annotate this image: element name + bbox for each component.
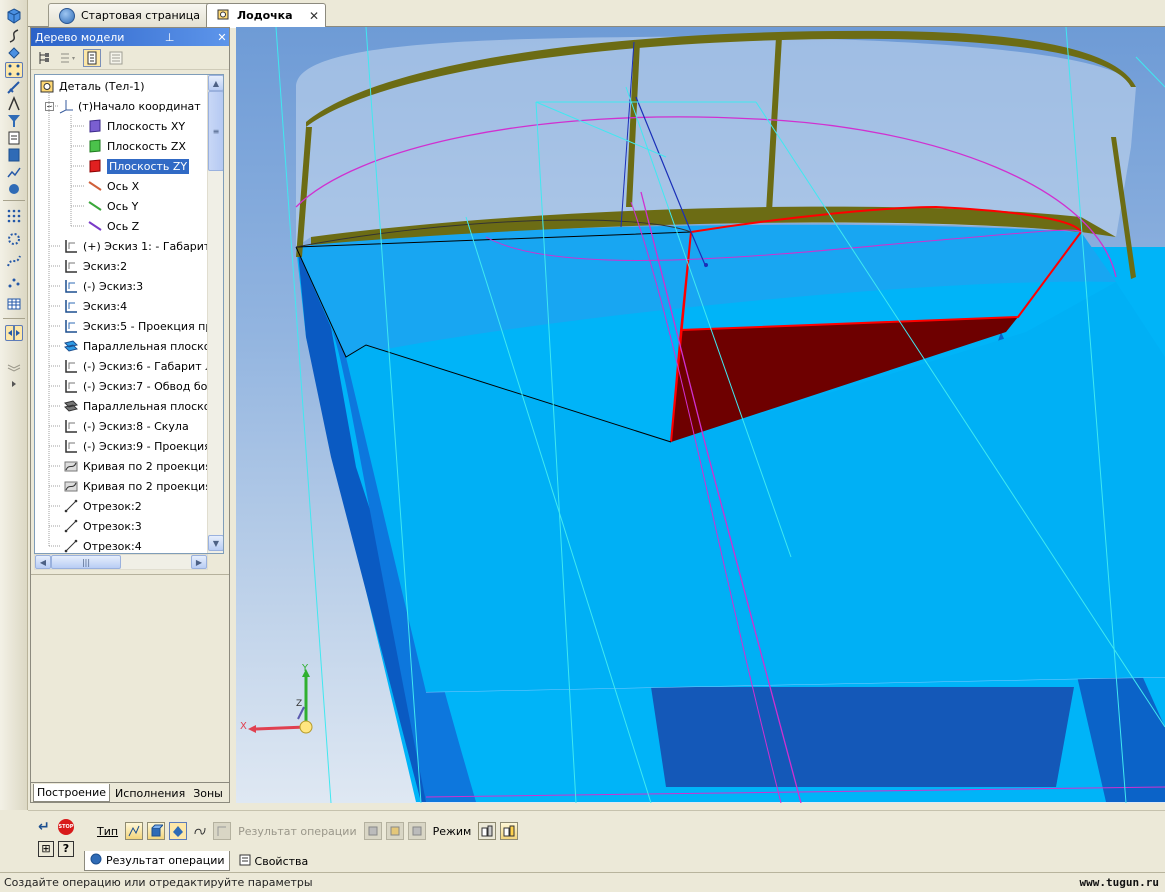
status-bar: Создайте операцию или отредактируйте пар… [0,872,1165,892]
filter-icon[interactable] [5,113,23,129]
table-icon[interactable] [5,296,23,312]
tree-preview-area [31,574,229,782]
type-surface-icon[interactable] [169,822,188,840]
axis-triad: Y X Z [236,657,326,747]
curve-icon[interactable] [5,28,23,44]
operation-result-icon [89,852,103,869]
help-icon[interactable]: ? [58,841,74,857]
scroll-thumb[interactable]: ≡ [208,91,223,171]
tree-connector-lines [48,93,85,547]
property-row: Тип Результат операции Режим [94,819,519,843]
type-extrude-icon[interactable] [125,822,144,840]
fit-icon[interactable]: ⊞ [38,841,54,857]
status-text: Создайте операцию или отредактируйте пар… [4,876,313,889]
tree-properties-icon[interactable] [107,49,125,67]
model-tree[interactable]: Деталь (Тел-1) − (т)Начало координат Пло… [34,74,224,554]
points-icon[interactable] [5,62,23,78]
type-solid-icon[interactable] [147,822,166,840]
scroll-thumb[interactable]: ||| [51,555,121,569]
type-disabled-icon [213,822,232,840]
tab-lodochka[interactable]: Лодочка ✕ [206,3,326,28]
boat-model [275,27,1165,803]
sheet-icon[interactable] [5,147,23,163]
panel-title: Дерево модели [35,30,125,44]
document-tabbar: Стартовая страница Лодочка ✕ [28,0,1165,28]
tab-operation-result[interactable]: Результат операции [84,851,230,871]
model-tree-panel: Дерево модели ⊥ ✕ Деталь (Тел-1) − (т)На… [30,27,230,803]
mode-single-icon[interactable] [478,822,497,840]
part-icon [217,7,231,24]
scroll-right-icon[interactable]: ▶ [191,555,207,569]
hand-icon[interactable] [5,181,23,197]
property-tabs: Результат операции Свойства [84,851,312,871]
panel-title-bar: Дерево модели ⊥ ✕ [31,28,229,46]
spec-icon[interactable] [5,164,23,180]
property-toolbar: ↵ STOP ⊞ ? Тип Результат операции Режим … [28,810,1165,872]
scroll-up-icon[interactable]: ▲ [208,75,223,91]
array-grid-icon[interactable] [5,208,23,224]
array-circle-icon[interactable] [5,231,23,247]
layers-icon[interactable] [5,358,23,374]
result-cut-icon [407,822,426,840]
tree-filter-icon[interactable] [59,49,77,67]
watermark: www.tugun.ru [1079,876,1159,889]
type-spiral-icon[interactable] [191,822,210,840]
type-label: Тип [97,824,119,838]
tree-horizontal-scrollbar[interactable]: ◀ ||| ▶ [34,554,208,570]
pin-icon[interactable]: ⊥ [163,31,177,44]
tree-list-icon[interactable] [83,48,101,67]
3d-viewport[interactable]: Y X Z [236,27,1165,803]
mode-multiple-icon[interactable] [500,822,519,840]
cube-icon[interactable] [5,8,23,24]
array-curve-icon[interactable] [5,253,23,269]
stop-icon[interactable]: STOP [58,819,74,835]
tab-label: Стартовая страница [81,9,201,22]
tab-build[interactable]: Построение [33,784,111,802]
properties-icon [238,853,252,870]
scroll-down-icon[interactable]: ▼ [208,535,223,551]
expand-arrow-icon[interactable] [10,376,18,392]
angle-icon[interactable] [5,96,23,112]
tree-structure-icon[interactable] [35,49,53,67]
surface-icon[interactable] [5,45,23,61]
tab-zones[interactable]: Зоны [190,785,226,802]
mode-label: Режим [432,824,472,838]
close-icon[interactable]: ✕ [215,31,229,44]
enter-icon[interactable]: ↵ [38,819,50,835]
tree-vertical-scrollbar[interactable]: ▲ ≡ ▼ [207,75,223,553]
result-add-icon [385,822,404,840]
axis-z-label: Z [296,699,303,709]
panel-tabs: Построение Исполнения Зоны [31,782,229,802]
measure-icon[interactable] [5,80,23,96]
axis-x-label: X [240,721,247,732]
tab-properties[interactable]: Свойства [234,853,313,870]
close-icon[interactable]: ✕ [309,9,319,23]
result-new-icon [363,822,382,840]
kompas-logo-icon [59,7,75,24]
tab-label: Лодочка [237,9,293,22]
array-points-icon[interactable] [5,274,23,290]
axis-y-label: Y [302,663,309,674]
tab-versions[interactable]: Исполнения [112,785,188,802]
scroll-left-icon[interactable]: ◀ [35,555,51,569]
document-icon[interactable] [5,130,23,146]
property-control-buttons: ↵ STOP ⊞ ? [36,817,76,861]
mirror-icon[interactable] [5,325,23,341]
result-label: Результат операции [238,824,357,838]
tree-toolbar [31,46,229,70]
vertical-toolbar [0,0,28,810]
